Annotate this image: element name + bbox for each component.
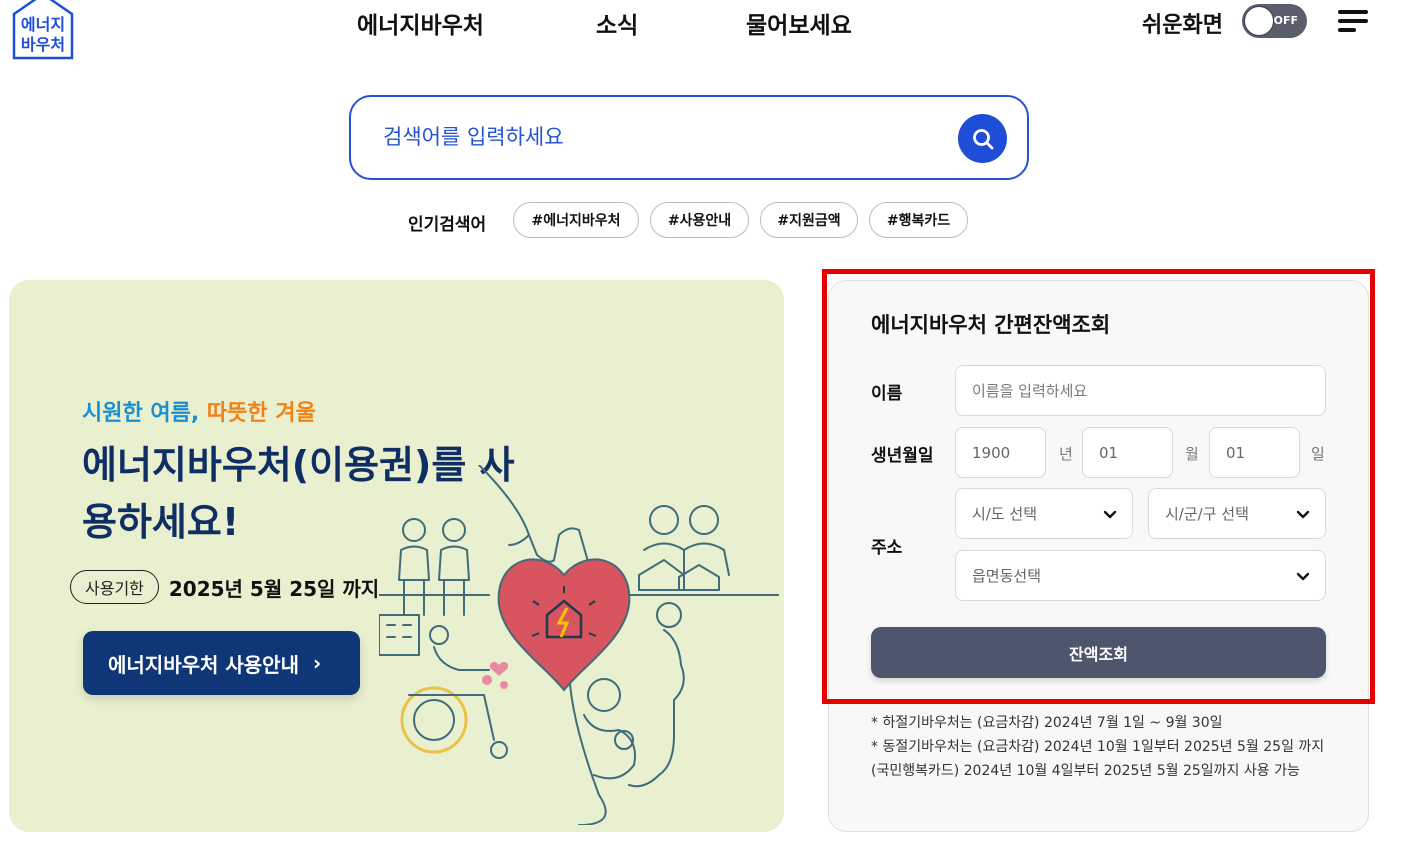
popular-keywords-label: 인기검색어 <box>408 215 487 235</box>
hamburger-menu-icon[interactable] <box>1338 10 1370 34</box>
deadline-date: 2025년 5월 25일 까지 <box>168 576 380 601</box>
birth-month-input[interactable]: 01 <box>1082 427 1173 478</box>
chevron-down-icon <box>1103 510 1117 518</box>
address-label: 주소 <box>871 538 903 558</box>
sigungu-select-value: 시/군/구 선택 <box>1165 505 1249 523</box>
search-box <box>349 95 1029 180</box>
sido-select[interactable]: 시/도 선택 <box>955 488 1133 539</box>
easy-view-label: 쉬운화면 <box>1142 13 1223 38</box>
nav-news[interactable]: 소식 <box>596 6 638 40</box>
tagline-winter: 따뜻한 겨울 <box>206 401 316 426</box>
search-icon <box>972 128 993 149</box>
sido-select-value: 시/도 선택 <box>972 505 1038 523</box>
birth-year-value: 1900 <box>972 443 1011 462</box>
popular-keywords: 인기검색어 #에너지바우처 #사용안내 #지원금액 #행복카드 <box>0 202 1411 238</box>
keyword-chip[interactable]: #에너지바우처 <box>513 202 639 238</box>
chevron-right-icon: › <box>312 651 322 675</box>
birth-day-value: 01 <box>1226 443 1246 462</box>
tagline-summer: 시원한 여름, <box>82 401 200 426</box>
name-label: 이름 <box>871 384 903 404</box>
month-unit: 월 <box>1185 445 1199 463</box>
voucher-notes: * 하절기바우처는 (요금차감) 2024년 7월 1일 ~ 9월 30일 * … <box>871 711 1341 783</box>
nav-energy-voucher[interactable]: 에너지바우처 <box>357 6 484 40</box>
energy-heart-illustration <box>379 465 779 825</box>
usage-deadline: 사용기한 2025년 5월 25일 까지 <box>70 569 379 605</box>
sigungu-select[interactable]: 시/군/구 선택 <box>1148 488 1326 539</box>
nav-ask[interactable]: 물어보세요 <box>746 6 852 40</box>
year-unit: 년 <box>1059 445 1073 463</box>
birth-day-input[interactable]: 01 <box>1209 427 1300 478</box>
chevron-down-icon <box>1296 572 1310 580</box>
usage-guide-button[interactable]: 에너지바우처 사용안내 › <box>83 631 360 695</box>
deadline-label: 사용기한 <box>70 570 159 604</box>
balance-check-button[interactable]: 잔액조회 <box>871 627 1326 678</box>
keyword-chip[interactable]: #행복카드 <box>869 202 968 238</box>
balance-title: 에너지바우처 간편잔액조회 <box>871 313 1111 337</box>
keyword-chip[interactable]: #사용안내 <box>650 202 749 238</box>
balance-check-panel: 에너지바우처 간편잔액조회 이름 생년월일 1900 년 01 월 01 일 주… <box>828 280 1369 832</box>
usage-guide-label: 에너지바우처 사용안내 <box>108 652 299 677</box>
chevron-down-icon <box>1296 510 1310 518</box>
winter-voucher-note: * 동절기바우처는 (요금차감) 2024년 10월 1일부터 2025년 5월… <box>871 739 1325 779</box>
search-input[interactable] <box>383 117 943 157</box>
logo-line2: 바우처 <box>21 35 65 54</box>
birth-label: 생년월일 <box>871 446 934 466</box>
summer-voucher-note: * 하절기바우처는 (요금차감) 2024년 7월 1일 ~ 9월 30일 <box>871 715 1223 731</box>
day-unit: 일 <box>1311 445 1325 463</box>
name-field-wrapper <box>955 365 1326 416</box>
eupmyeondong-select-value: 읍면동선택 <box>972 567 1042 585</box>
banner-tagline: 시원한 여름, 따뜻한 겨울 <box>82 395 316 427</box>
birth-year-input[interactable]: 1900 <box>955 427 1046 478</box>
toggle-knob <box>1244 6 1274 36</box>
toggle-state: OFF <box>1273 14 1298 27</box>
search-button[interactable] <box>958 114 1007 163</box>
name-input[interactable] <box>972 381 1325 400</box>
easy-view-toggle[interactable]: OFF <box>1242 4 1307 38</box>
keyword-chip[interactable]: #지원금액 <box>760 202 858 238</box>
birth-month-value: 01 <box>1099 443 1119 462</box>
eupmyeondong-select[interactable]: 읍면동선택 <box>955 550 1326 601</box>
promo-banner: 시원한 여름, 따뜻한 겨울 에너지바우처(이용권)를 사용하세요! 사용기한 … <box>9 280 784 832</box>
